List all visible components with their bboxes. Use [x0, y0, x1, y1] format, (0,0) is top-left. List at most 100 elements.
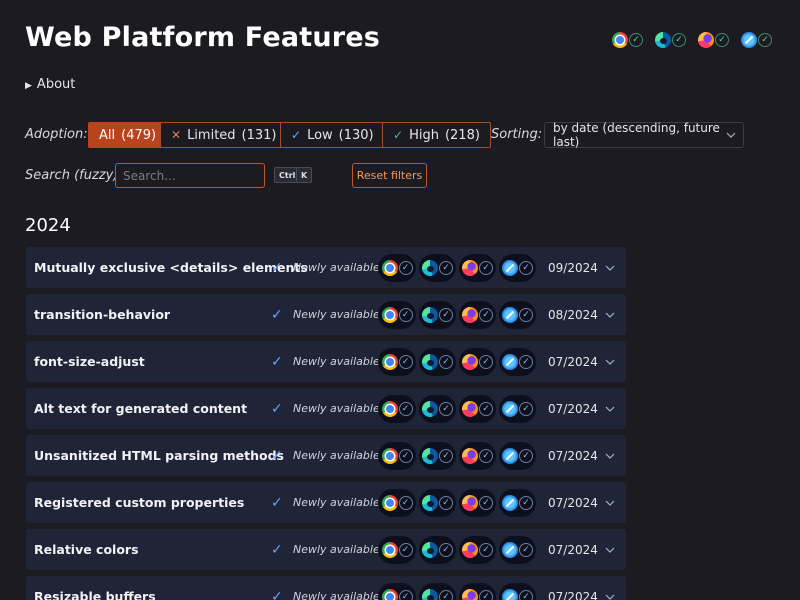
browser-support-safari: ✓ [499, 394, 536, 423]
sorting-label: Sorting: [491, 127, 543, 142]
feature-date: 07/2024 [548, 401, 598, 416]
triangle-right-icon: ▶ [25, 81, 32, 91]
feature-date: 07/2024 [548, 495, 598, 510]
browser-support: ✓ ✓ ✓ ✓ [378, 253, 536, 282]
check-icon: ✓ [629, 33, 643, 47]
check-icon: ✓ [758, 33, 772, 47]
feature-row[interactable]: Resizable buffers ✓ Newly available ✓ ✓ ✓ ✓ 07/… [26, 576, 626, 600]
check-icon: ✓ [439, 448, 453, 463]
edge-icon [655, 32, 671, 48]
legend-edge: ✓ [655, 32, 686, 48]
feature-row[interactable]: Registered custom properties ✓ Newly avail… [26, 482, 626, 523]
check-icon: ✓ [271, 447, 283, 464]
browser-support-safari: ✓ [499, 535, 536, 564]
chevron-down-icon [605, 359, 615, 365]
firefox-icon [462, 494, 478, 511]
expand-button[interactable] [605, 355, 615, 368]
edge-icon [422, 588, 438, 600]
expand-button[interactable] [605, 308, 615, 321]
feature-status: Newly available [293, 590, 380, 600]
legend-firefox: ✓ [698, 32, 729, 48]
feature-date: 09/2024 [548, 260, 598, 275]
adoption-label: Adoption: [25, 127, 88, 142]
about-disclosure[interactable]: ▶ About [25, 77, 75, 92]
feature-row[interactable]: Alt text for generated content ✓ Newly ava… [26, 388, 626, 429]
chrome-icon [612, 32, 628, 48]
firefox-icon [462, 400, 478, 417]
check-icon: ✓ [479, 542, 493, 557]
expand-button[interactable] [605, 590, 615, 600]
chevron-down-icon [726, 132, 735, 138]
feature-row[interactable]: Relative colors ✓ Newly available ✓ ✓ ✓ ✓ 07/20… [26, 529, 626, 570]
browser-support-safari: ✓ [499, 253, 536, 282]
feature-status: Newly available [293, 543, 380, 556]
filter-high-button[interactable]: ✓ High (218) [382, 122, 491, 148]
feature-name[interactable]: Resizable buffers [34, 589, 156, 600]
legend-chrome: ✓ [612, 32, 643, 48]
filter-low-button[interactable]: ✓ Low (130) [280, 122, 385, 148]
check-icon: ✓ [479, 354, 493, 369]
expand-button[interactable] [605, 496, 615, 509]
expand-button[interactable] [605, 402, 615, 415]
feature-row[interactable]: transition-behavior ✓ Newly available ✓ ✓ ✓ ✓ 0… [26, 294, 626, 335]
browser-support-chrome: ✓ [378, 300, 416, 329]
check-icon: ✓ [479, 589, 493, 600]
check-icon: ✓ [271, 541, 283, 558]
filter-limited-button[interactable]: ✕ Limited (131) [160, 122, 288, 148]
filter-count: (131) [241, 127, 277, 143]
page-title: Web Platform Features [25, 22, 381, 53]
check-icon: ✓ [519, 448, 533, 463]
feature-name[interactable]: Alt text for generated content [34, 401, 247, 416]
feature-row[interactable]: Mutually exclusive <details> elements ✓ Ne… [26, 247, 626, 288]
search-input[interactable] [115, 163, 265, 188]
feature-name[interactable]: Registered custom properties [34, 495, 244, 510]
browser-support-safari: ✓ [499, 347, 536, 376]
edge-icon [422, 259, 438, 276]
browser-support-safari: ✓ [499, 300, 536, 329]
chevron-down-icon [605, 500, 615, 506]
check-icon: ✓ [439, 495, 453, 510]
sorting-select[interactable]: by date (descending, future last) [544, 121, 744, 149]
check-icon: ✓ [291, 128, 302, 142]
safari-icon [502, 259, 518, 276]
browser-support-chrome: ✓ [378, 488, 416, 517]
check-icon: ✓ [271, 400, 283, 417]
double-check-icon: ✓ [393, 128, 404, 142]
edge-icon [422, 541, 438, 558]
chrome-icon [381, 259, 398, 276]
feature-name[interactable]: Unsanitized HTML parsing methods [34, 448, 284, 463]
browser-support: ✓ ✓ ✓ ✓ [378, 441, 536, 470]
check-icon: ✓ [672, 33, 686, 47]
chrome-icon [381, 447, 398, 464]
check-icon: ✓ [398, 307, 413, 322]
feature-name[interactable]: font-size-adjust [34, 354, 145, 369]
expand-button[interactable] [605, 261, 615, 274]
firefox-icon [462, 306, 478, 323]
check-icon: ✓ [519, 542, 533, 557]
about-label: About [36, 77, 76, 92]
feature-name[interactable]: Mutually exclusive <details> elements [34, 260, 308, 275]
feature-row[interactable]: font-size-adjust ✓ Newly available ✓ ✓ ✓ ✓ 07/2… [26, 341, 626, 382]
check-icon: ✓ [519, 307, 533, 322]
browser-support-safari: ✓ [499, 488, 536, 517]
expand-button[interactable] [605, 449, 615, 462]
firefox-icon [462, 353, 478, 370]
browser-support-edge: ✓ [419, 488, 456, 517]
feature-row[interactable]: Unsanitized HTML parsing methods ✓ Newly a… [26, 435, 626, 476]
filter-label: Limited [187, 127, 236, 143]
expand-button[interactable] [605, 543, 615, 556]
safari-icon [502, 588, 518, 600]
filter-all-button[interactable]: All (479) [88, 122, 168, 148]
check-icon: ✓ [271, 588, 283, 600]
check-icon: ✓ [519, 401, 533, 416]
feature-name[interactable]: transition-behavior [34, 307, 170, 322]
browser-support: ✓ ✓ ✓ ✓ [378, 582, 536, 600]
feature-name[interactable]: Relative colors [34, 542, 139, 557]
browser-support-firefox: ✓ [459, 300, 496, 329]
reset-filters-button[interactable]: Reset filters [352, 163, 427, 188]
firefox-icon [462, 541, 478, 558]
check-icon: ✓ [271, 259, 283, 276]
edge-icon [422, 447, 438, 464]
feature-date: 07/2024 [548, 448, 598, 463]
feature-date: 07/2024 [548, 354, 598, 369]
